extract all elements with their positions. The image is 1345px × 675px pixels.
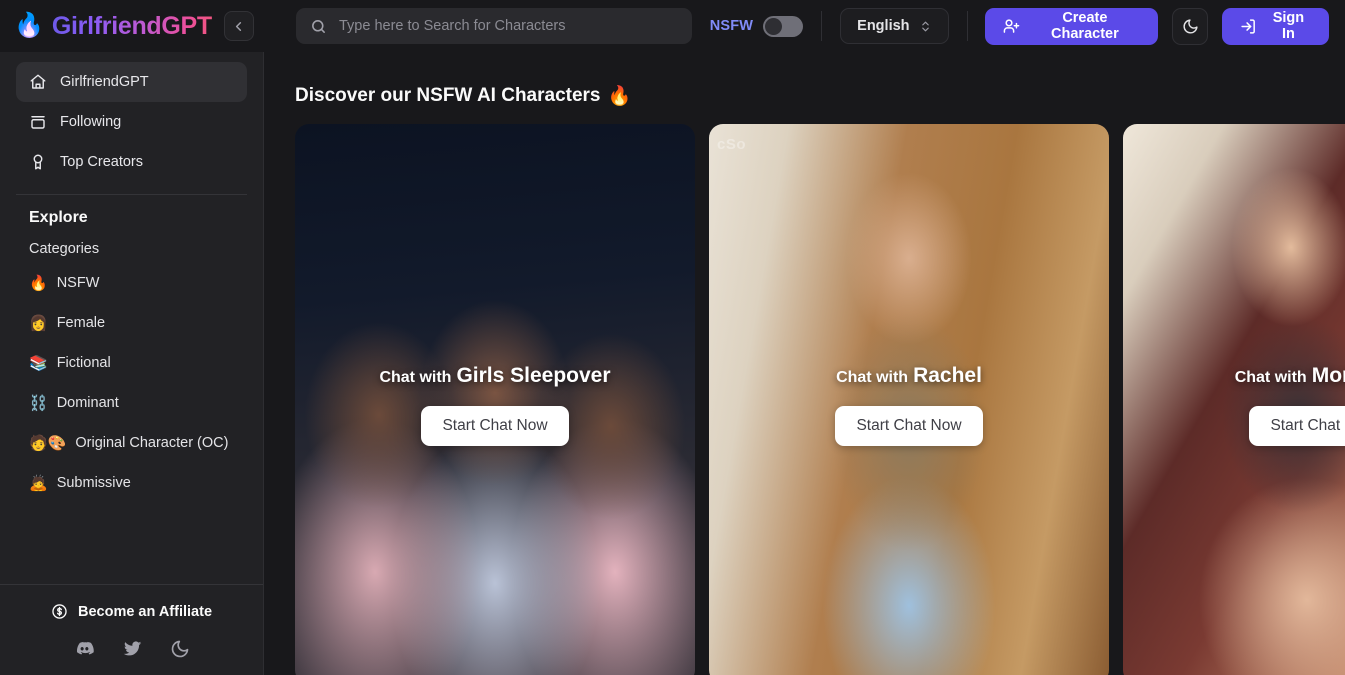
- search-bar[interactable]: [296, 8, 692, 44]
- category-item-dominant[interactable]: ⛓️ Dominant: [16, 383, 247, 423]
- nsfw-label: NSFW: [709, 18, 754, 34]
- toggle-knob: [765, 17, 783, 35]
- divider: [821, 11, 823, 41]
- create-character-label: Create Character: [1051, 10, 1119, 42]
- sign-in-label: Sign In: [1272, 10, 1305, 42]
- social-links: [16, 638, 247, 659]
- card-overlay: Chat with Girls Sleepover Start Chat Now: [295, 124, 695, 675]
- sidebar-scroll-area[interactable]: GirlfriendGPT Following Top Creators Exp…: [0, 52, 263, 584]
- chevron-left-icon: [236, 21, 242, 31]
- card-overlay: Chat with Rachel Start Chat Now: [709, 124, 1109, 675]
- category-emoji-icon: 👩: [29, 314, 48, 332]
- card-title: Chat with Girls Sleepover: [379, 364, 610, 388]
- flame-icon: 🔥: [14, 12, 44, 39]
- card-overlay: Chat withMommy A Start Chat Now: [1123, 124, 1345, 675]
- divider: [966, 11, 968, 41]
- category-item-female[interactable]: 👩 Female: [16, 303, 247, 343]
- start-chat-button[interactable]: Start Chat Now: [421, 406, 569, 446]
- card-title: Chat withMommy A: [1235, 364, 1345, 388]
- categories-heading: Categories: [29, 241, 100, 257]
- moon-icon[interactable]: [170, 639, 190, 659]
- page-title: Discover our NSFW AI Characters 🔥: [295, 52, 1345, 124]
- sidebar-collapse-button[interactable]: [223, 11, 254, 41]
- login-arrow-icon: [1240, 18, 1257, 35]
- category-item-original-character[interactable]: 🧑🎨 Original Character (OC): [16, 423, 247, 463]
- start-chat-button[interactable]: Start Chat Now: [835, 406, 983, 446]
- nsfw-toggle-group[interactable]: NSFW: [709, 15, 804, 37]
- award-icon: [29, 153, 47, 171]
- chat-with-prefix: Chat with: [1234, 369, 1307, 386]
- sidebar-item-top-creators[interactable]: Top Creators: [16, 142, 247, 182]
- category-label: Dominant: [56, 395, 119, 411]
- category-label: Submissive: [56, 475, 131, 491]
- theme-toggle-button[interactable]: [1172, 7, 1208, 45]
- become-affiliate-link[interactable]: Become an Affiliate: [16, 599, 247, 622]
- chat-with-prefix: Chat with: [836, 369, 909, 386]
- moon-icon: [1183, 18, 1198, 33]
- sign-in-button[interactable]: Sign In: [1221, 7, 1329, 45]
- top-bar-controls: NSFW English: [264, 7, 1329, 45]
- inbox-icon: [29, 113, 47, 131]
- character-name: Rachel: [913, 364, 982, 387]
- sidebar: GirlfriendGPT Following Top Creators Exp…: [0, 52, 264, 675]
- character-card-row: Chat with Girls Sleepover Start Chat Now …: [295, 124, 1345, 675]
- brand-title: GirlfriendGPT: [51, 11, 212, 40]
- category-item-submissive[interactable]: 🙇 Submissive: [16, 463, 247, 503]
- category-emoji-icon: 🔥: [29, 274, 48, 292]
- chat-with-prefix: Chat with: [379, 369, 452, 386]
- sidebar-item-girlfriendgpt[interactable]: GirlfriendGPT: [16, 62, 247, 102]
- sidebar-footer: Become an Affiliate: [0, 584, 263, 675]
- character-name: Girls Sleepover: [456, 364, 611, 387]
- search-icon: [310, 18, 327, 35]
- character-card-mommy-a[interactable]: Chat withMommy A Start Chat Now: [1123, 124, 1345, 675]
- category-item-fictional[interactable]: 📚 Fictional: [16, 343, 247, 383]
- character-name: Mommy A: [1311, 364, 1345, 387]
- nsfw-toggle-switch[interactable]: [763, 15, 804, 37]
- brand-zone: 🔥 GirlfriendGPT: [0, 0, 264, 52]
- page-title-text: Discover our NSFW AI Characters: [295, 85, 601, 106]
- search-input[interactable]: [339, 18, 678, 34]
- card-title: Chat with Rachel: [836, 364, 982, 388]
- category-label: Female: [56, 315, 106, 331]
- language-selected-value: English: [857, 18, 910, 34]
- top-bar: 🔥 GirlfriendGPT NSFW: [0, 0, 1345, 52]
- sidebar-item-label: Following: [60, 114, 122, 130]
- become-affiliate-label: Become an Affiliate: [77, 603, 213, 620]
- category-emoji-icon: 📚: [29, 354, 48, 372]
- language-selector[interactable]: English: [840, 8, 949, 44]
- body-row: GirlfriendGPT Following Top Creators Exp…: [0, 52, 1345, 675]
- create-character-button[interactable]: Create Character: [985, 7, 1159, 45]
- sidebar-divider: [16, 194, 247, 195]
- character-card-rachel[interactable]: cSo Chat with Rachel Start Chat Now: [709, 124, 1109, 675]
- category-emoji-icon: 🙇: [29, 474, 48, 492]
- explore-heading: Explore: [29, 209, 88, 226]
- flame-icon: 🔥: [607, 86, 632, 107]
- user-plus-icon: [1003, 18, 1020, 35]
- chevron-up-down-icon: [919, 20, 932, 33]
- start-chat-button[interactable]: Start Chat Now: [1249, 406, 1345, 446]
- main-content: Discover our NSFW AI Characters 🔥 Chat w…: [264, 52, 1345, 675]
- sidebar-item-label: Top Creators: [60, 154, 144, 170]
- category-item-nsfw[interactable]: 🔥 NSFW: [16, 263, 247, 303]
- app-root: 🔥 GirlfriendGPT NSFW: [0, 0, 1345, 675]
- character-card-girls-sleepover[interactable]: Chat with Girls Sleepover Start Chat Now: [295, 124, 695, 675]
- category-label: NSFW: [56, 275, 100, 291]
- home-icon: [29, 73, 47, 91]
- sidebar-item-label: GirlfriendGPT: [60, 74, 149, 90]
- category-emoji-icon: 🧑🎨: [29, 434, 67, 452]
- category-label: Fictional: [56, 355, 111, 371]
- category-emoji-icon: ⛓️: [29, 394, 48, 412]
- dollar-circle-icon: [51, 603, 68, 620]
- sidebar-item-following[interactable]: Following: [16, 102, 247, 142]
- discord-icon[interactable]: [74, 638, 95, 659]
- twitter-icon[interactable]: [122, 638, 143, 659]
- category-label: Original Character (OC): [75, 435, 229, 451]
